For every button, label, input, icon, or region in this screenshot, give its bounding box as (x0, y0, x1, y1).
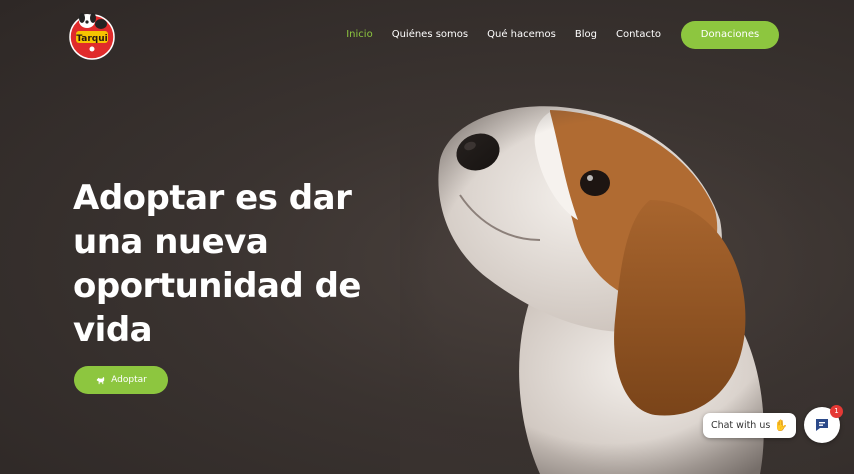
chat-with-us-label[interactable]: Chat with us ✋ (703, 413, 796, 438)
main-nav: Inicio Quiénes somos Qué hacemos Blog Co… (346, 21, 779, 49)
nav-item-que-hacemos[interactable]: Qué hacemos (487, 21, 556, 49)
nav-item-inicio[interactable]: Inicio (346, 21, 372, 49)
donate-button[interactable]: Donaciones (681, 21, 779, 49)
nav-item-blog[interactable]: Blog (575, 21, 597, 49)
adopt-button-label: Adoptar (111, 375, 147, 385)
page: Tarqui Inicio Quiénes somos Qué hacemos … (0, 0, 854, 474)
chat-icon (816, 419, 828, 431)
nav-item-contacto[interactable]: Contacto (616, 21, 661, 49)
wave-icon: ✋ (774, 419, 789, 432)
chat-label-text: Chat with us (710, 420, 771, 431)
hero-title: Adoptar es dar una nueva oportunidad de … (73, 178, 362, 350)
tarqui-logo[interactable]: Tarqui (66, 9, 118, 61)
adopt-button[interactable]: Adoptar (74, 366, 168, 394)
nav-item-quienes-somos[interactable]: Quiénes somos (392, 21, 468, 49)
svg-text:Tarqui: Tarqui (76, 34, 107, 44)
dog-icon (96, 376, 105, 384)
chat-unread-badge: 1 (830, 405, 843, 418)
